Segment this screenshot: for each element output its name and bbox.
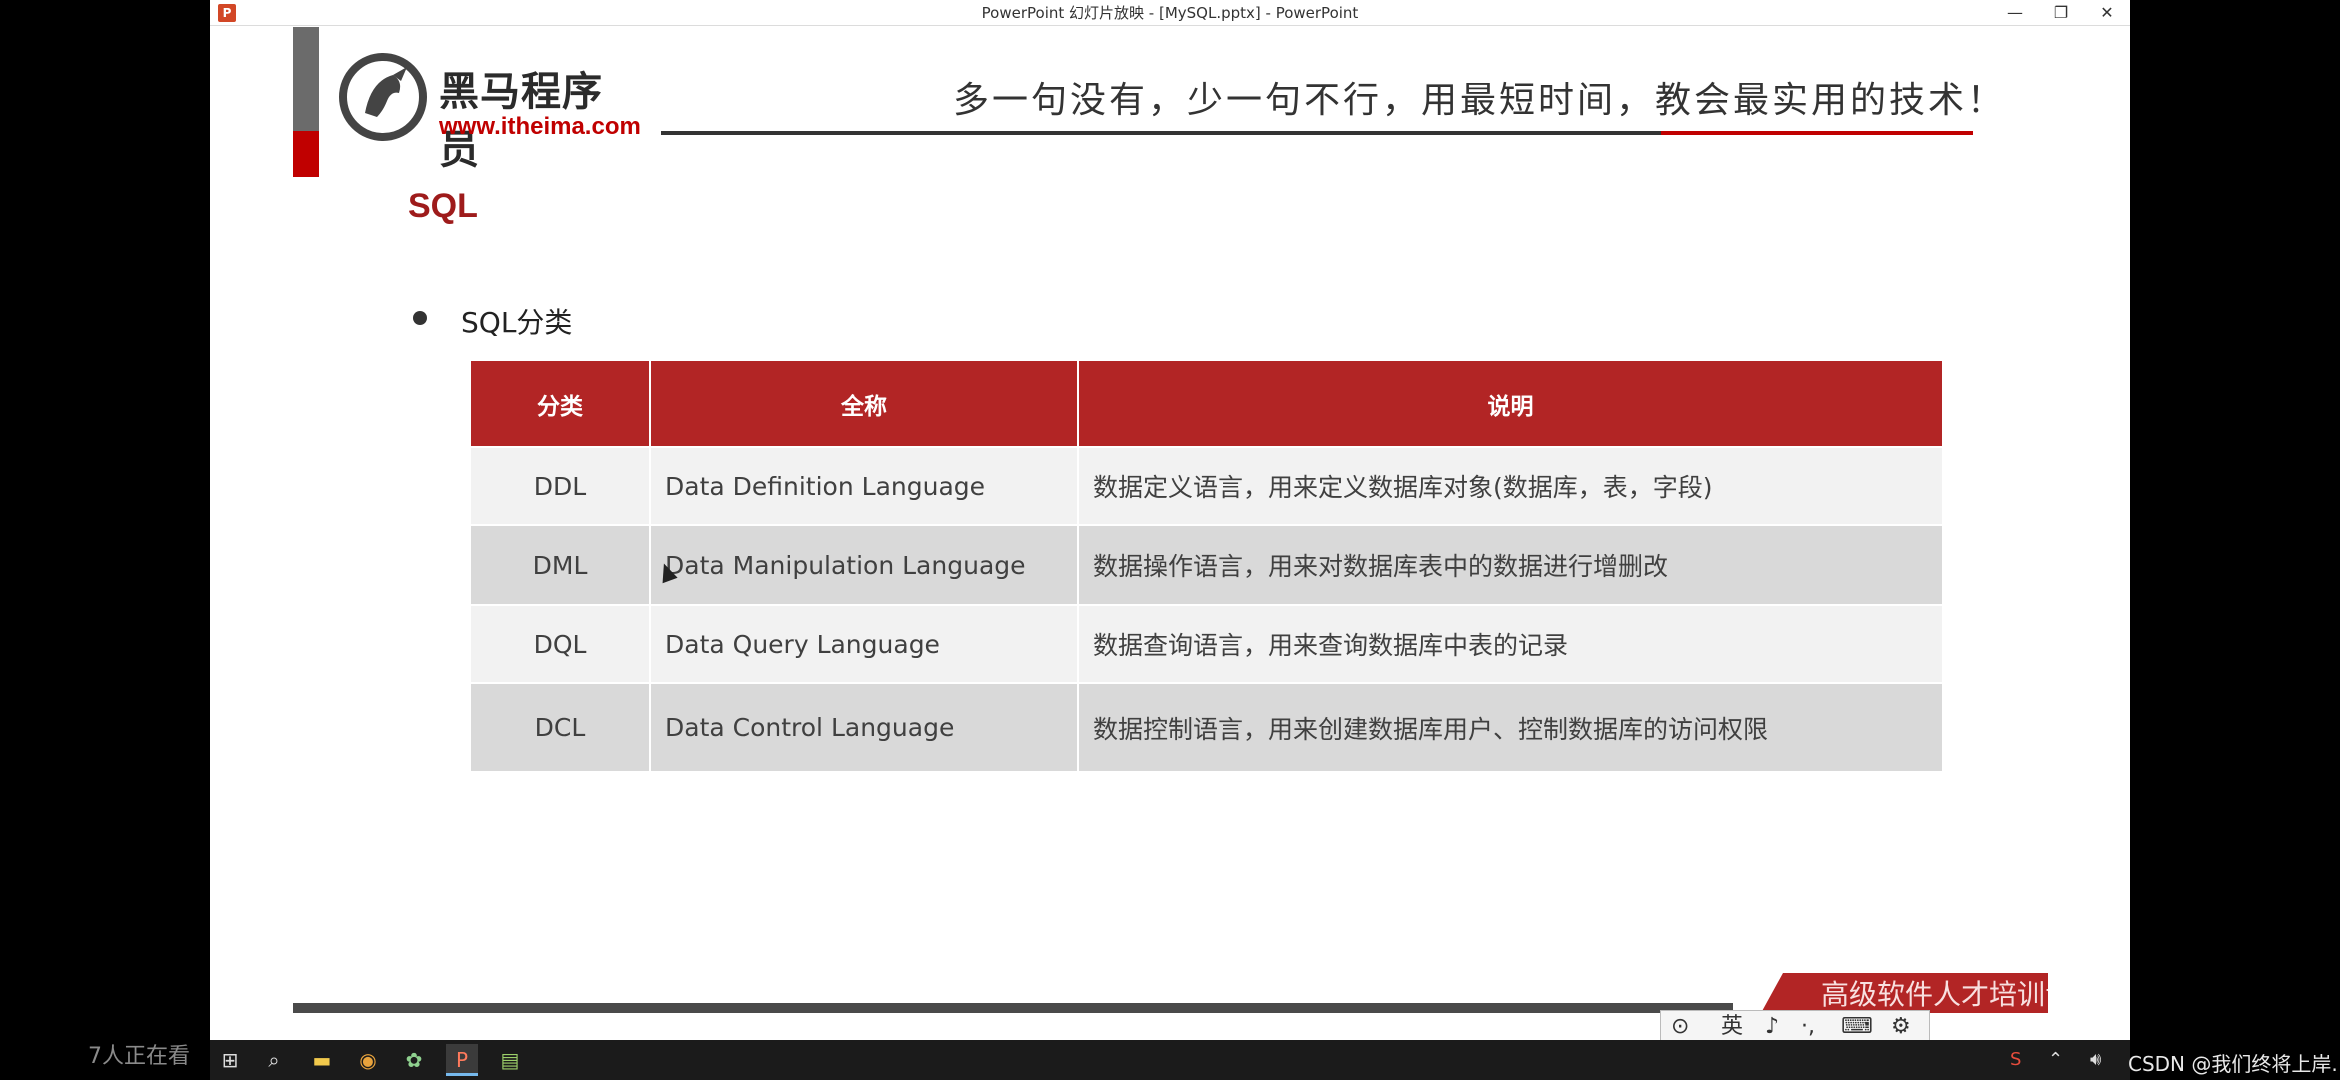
table-row: DQL Data Query Language 数据查询语言，用来查询数据库中表…	[471, 604, 1942, 683]
slogan: 多一句没有，少一句不行，用最短时间，教会最实用的技术！	[953, 80, 2007, 121]
cell-abbr: DQL	[471, 604, 651, 683]
chrome-icon[interactable]: ◉	[352, 1044, 384, 1076]
viewer-count: 7人正在看	[88, 1044, 190, 1069]
header-divider	[661, 131, 1661, 135]
close-button[interactable]: ✕	[2084, 0, 2130, 26]
table-row: DML Data Manipulation Language 数据操作语言，用来…	[471, 524, 1942, 605]
sql-category-table: 分类 全称 说明 DDL Data Definition Language 数据…	[471, 361, 1942, 771]
title-bar: P PowerPoint 幻灯片放映 - [MySQL.pptx] - Powe…	[210, 0, 2130, 26]
table-header-row: 分类 全称 说明	[471, 361, 1942, 447]
restore-button[interactable]: ❐	[2038, 0, 2084, 26]
csdn-watermark: CSDN @我们终将上岸.	[2128, 1052, 2338, 1076]
app-icon[interactable]: ✿	[398, 1044, 430, 1076]
search-icon[interactable]: ⌕	[258, 1044, 290, 1076]
cell-abbr: DDL	[471, 446, 651, 525]
slide-accent-bar-gray	[293, 27, 319, 131]
file-explorer-icon[interactable]: ▬	[306, 1044, 338, 1076]
punctuation-icon[interactable]: ·,	[1801, 1013, 1815, 1041]
taskbar: ⊞ ⌕ ▬ ◉ ✿ P ▤ S ⌃ 🔊︎	[210, 1040, 2130, 1080]
column-header-category: 分类	[471, 361, 651, 447]
cell-description: 数据定义语言，用来定义数据库对象(数据库，表，字段)	[1078, 446, 1942, 525]
ime-toolbar: ⊙ 英 ♪ ·, ⌨ ⚙	[1660, 1010, 1930, 1044]
window-title: PowerPoint 幻灯片放映 - [MySQL.pptx] - PowerP…	[981, 4, 1359, 22]
powerpoint-icon[interactable]: P	[446, 1044, 478, 1076]
keyboard-icon[interactable]: ⌨	[1841, 1013, 1873, 1041]
cell-full-name: Data Query Language	[650, 604, 1079, 683]
powerpoint-window: P PowerPoint 幻灯片放映 - [MySQL.pptx] - Powe…	[210, 0, 2130, 1040]
slide[interactable]: 黑马程序员 www.itheima.com 多一句没有，少一句不行，用最短时间，…	[293, 27, 2048, 1013]
column-header-fullname: 全称	[650, 361, 1079, 447]
minimize-button[interactable]: —	[1992, 0, 2038, 26]
cell-abbr: DML	[471, 524, 651, 605]
ime-icon[interactable]: ⊙	[1671, 1013, 1689, 1041]
logo: 黑马程序员 www.itheima.com	[337, 51, 641, 173]
windows-start-icon[interactable]: ⊞	[214, 1044, 246, 1076]
tray-chevron-up-icon[interactable]: ⌃	[2048, 1040, 2063, 1080]
logo-url: www.itheima.com	[439, 113, 641, 140]
footer-banner-text: 高级软件人才培训专家	[1821, 978, 2048, 1011]
cell-full-name: Data Manipulation Language	[650, 524, 1079, 605]
cell-full-name: Data Control Language	[650, 682, 1079, 771]
tray-app-icon[interactable]: S	[2010, 1040, 2021, 1080]
cell-abbr: DCL	[471, 682, 651, 771]
cell-description: 数据查询语言，用来查询数据库中表的记录	[1078, 604, 1942, 683]
settings-icon[interactable]: ⚙	[1891, 1013, 1911, 1041]
volume-icon[interactable]: 🔊︎	[2090, 1040, 2101, 1080]
table-row: DCL Data Control Language 数据控制语言，用来创建数据库…	[471, 682, 1942, 771]
slide-title: SQL	[408, 187, 478, 225]
horse-logo-icon	[339, 53, 427, 141]
cell-description: 数据控制语言，用来创建数据库用户、控制数据库的访问权限	[1078, 682, 1942, 771]
ime-language-toggle[interactable]: 英	[1721, 1013, 1743, 1041]
slide-footer-bar	[293, 1003, 1733, 1013]
bullet-icon	[413, 311, 427, 325]
column-header-description: 说明	[1078, 361, 1942, 447]
cell-description: 数据操作语言，用来对数据库表中的数据进行增删改	[1078, 524, 1942, 605]
header-divider-accent	[1661, 131, 1973, 135]
microphone-icon[interactable]: ♪	[1765, 1013, 1779, 1041]
notepad-icon[interactable]: ▤	[494, 1044, 526, 1076]
slide-accent-bar-red	[293, 131, 319, 177]
cell-full-name: Data Definition Language	[650, 446, 1079, 525]
bullet-text: SQL分类	[461, 306, 573, 339]
table-row: DDL Data Definition Language 数据定义语言，用来定义…	[471, 446, 1942, 525]
